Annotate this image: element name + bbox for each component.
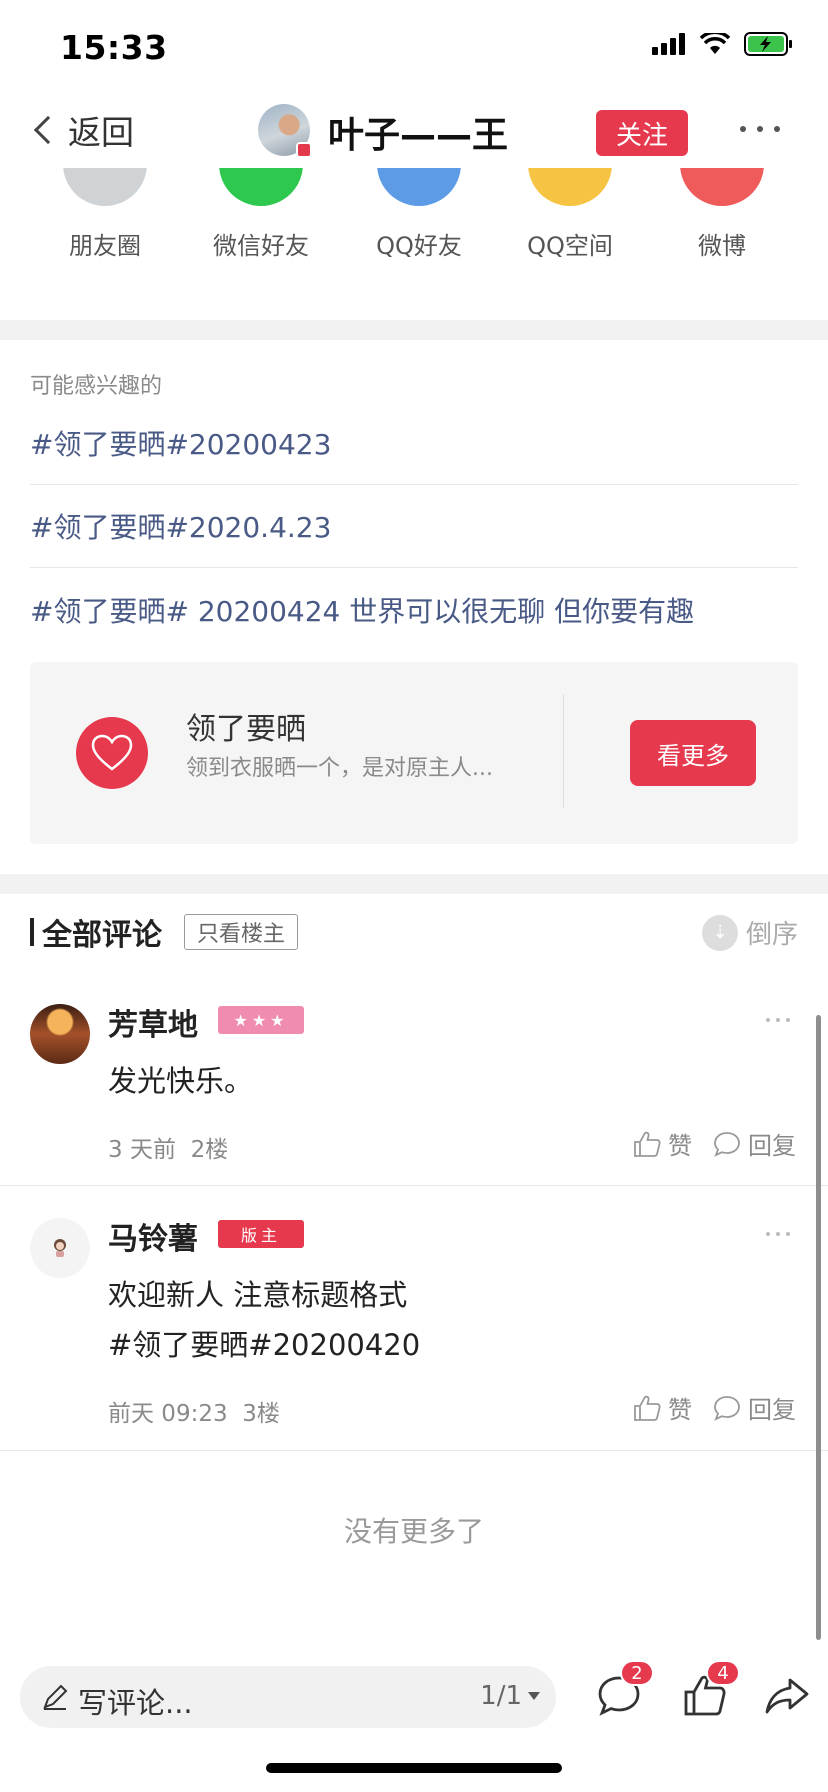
back-label: 返回 (68, 113, 134, 152)
comment-placeholder: 写评论... (78, 1686, 193, 1720)
comment-time: 前天 09:23 (108, 1401, 228, 1427)
speech-bubble-icon (714, 1395, 740, 1421)
status-time: 15:33 (60, 28, 168, 67)
share-label: 朋友圈 (69, 232, 141, 260)
interest-link[interactable]: #领了要晒#2020.4.23 (30, 485, 798, 568)
like-button[interactable]: 赞 (632, 1126, 692, 1161)
like-post-button[interactable]: 4 (680, 1660, 740, 1726)
title-accent-bar (30, 918, 34, 946)
comment-time: 3 天前 (108, 1137, 176, 1163)
share-label: QQ空间 (527, 232, 613, 260)
page-indicator: 1/1 (480, 1681, 522, 1711)
more-icon[interactable] (766, 1232, 790, 1236)
no-more-text: 没有更多了 (343, 1515, 484, 1548)
commenter-name[interactable]: 芳草地 (108, 1000, 198, 1044)
thumbs-up-icon (634, 1395, 661, 1421)
reply-label: 回复 (748, 1132, 796, 1160)
comment-meta: 3 天前 2楼 (108, 1130, 228, 1164)
interest-link[interactable]: #领了要晒# 20200424 世界可以很无聊 但你要有趣 (30, 568, 798, 651)
topic-divider (563, 694, 564, 808)
heart-icon (76, 717, 148, 789)
share-row: 朋友圈 微信好友 QQ好友 QQ空间 微博 (0, 122, 828, 318)
comment-text: #领了要晒#20200420 (108, 1328, 421, 1362)
comment-text: 欢迎新人 注意标题格式 (108, 1278, 408, 1312)
like-label: 赞 (668, 1396, 692, 1424)
sort-icon: ⇣ (701, 914, 738, 951)
share-label: QQ好友 (376, 232, 462, 260)
topic-card[interactable]: 领了要晒 领到衣服晒一个，是对原主人... 看更多 (30, 662, 798, 844)
battery-charging-icon (744, 32, 792, 56)
like-button[interactable]: 赞 (632, 1390, 692, 1425)
home-indicator (266, 1763, 562, 1773)
comment-floor: 2楼 (190, 1137, 229, 1163)
nav-bar: 返回 叶子——王 关注 (0, 96, 828, 168)
share-label: 微博 (698, 232, 746, 260)
author-name[interactable]: 叶子——王 (328, 106, 508, 158)
follow-button[interactable]: 关注 (596, 110, 688, 156)
wifi-icon (700, 33, 730, 54)
row-divider (0, 1450, 828, 1451)
sort-toggle[interactable]: ⇣ 倒序 (701, 914, 798, 951)
cellular-signal-icon (652, 33, 685, 55)
commenter-name[interactable]: 马铃薯 (108, 1214, 198, 1258)
level-badge: ★★★ (218, 1006, 304, 1034)
chevron-left-icon (33, 115, 63, 145)
like-count-badge: 4 (706, 1660, 740, 1686)
reply-button[interactable]: 回复 (712, 1126, 796, 1161)
status-icons (652, 32, 794, 56)
avatar-badge (296, 142, 312, 158)
avatar[interactable] (30, 1218, 90, 1278)
section-divider (0, 320, 828, 340)
comment-count-badge: 2 (620, 1660, 654, 1686)
thumbs-up-icon (634, 1131, 661, 1157)
reply-label: 回复 (748, 1396, 796, 1424)
comment-actions: 赞 回复 (632, 1390, 796, 1425)
speech-bubble-icon (714, 1131, 740, 1157)
caret-down-icon (528, 1692, 540, 1700)
comments-title: 全部评论 (42, 918, 162, 953)
comments-button[interactable]: 2 (594, 1660, 654, 1726)
topic-description: 领到衣服晒一个，是对原主人... (186, 756, 493, 781)
share-button[interactable] (762, 1670, 818, 1726)
share-label: 微信好友 (213, 232, 309, 260)
share-arrow-icon (765, 1678, 809, 1714)
comment-text: 发光快乐。 (108, 1064, 254, 1098)
scrollbar[interactable] (816, 1015, 821, 1640)
see-more-button[interactable]: 看更多 (630, 720, 756, 786)
row-divider (0, 1185, 828, 1186)
back-button[interactable]: 返回 (28, 106, 134, 154)
status-bar: 15:33 (0, 0, 828, 96)
only-op-filter-button[interactable]: 只看楼主 (184, 914, 299, 950)
avatar[interactable] (30, 1004, 90, 1064)
comment-input[interactable]: 写评论... 1/1 (20, 1666, 556, 1728)
more-icon[interactable] (766, 1018, 790, 1022)
pencil-icon (43, 1684, 68, 1710)
like-label: 赞 (668, 1132, 692, 1160)
interest-title: 可能感兴趣的 (30, 374, 163, 399)
comment-floor: 3楼 (242, 1401, 280, 1427)
page-selector[interactable]: 1/1 (480, 1681, 540, 1711)
author-avatar[interactable] (258, 104, 312, 158)
comment-meta: 前天 09:23 3楼 (108, 1394, 280, 1428)
interest-link[interactable]: #领了要晒#20200423 (30, 402, 798, 485)
section-divider (0, 874, 828, 894)
reply-button[interactable]: 回复 (712, 1390, 796, 1425)
comment-actions: 赞 回复 (632, 1126, 796, 1161)
comments-header: 全部评论 只看楼主 ⇣ 倒序 (0, 894, 828, 972)
moderator-badge: 版主 (218, 1220, 304, 1248)
topic-name: 领了要晒 (186, 712, 306, 747)
sort-label: 倒序 (745, 920, 798, 950)
more-options-icon[interactable] (740, 114, 780, 144)
